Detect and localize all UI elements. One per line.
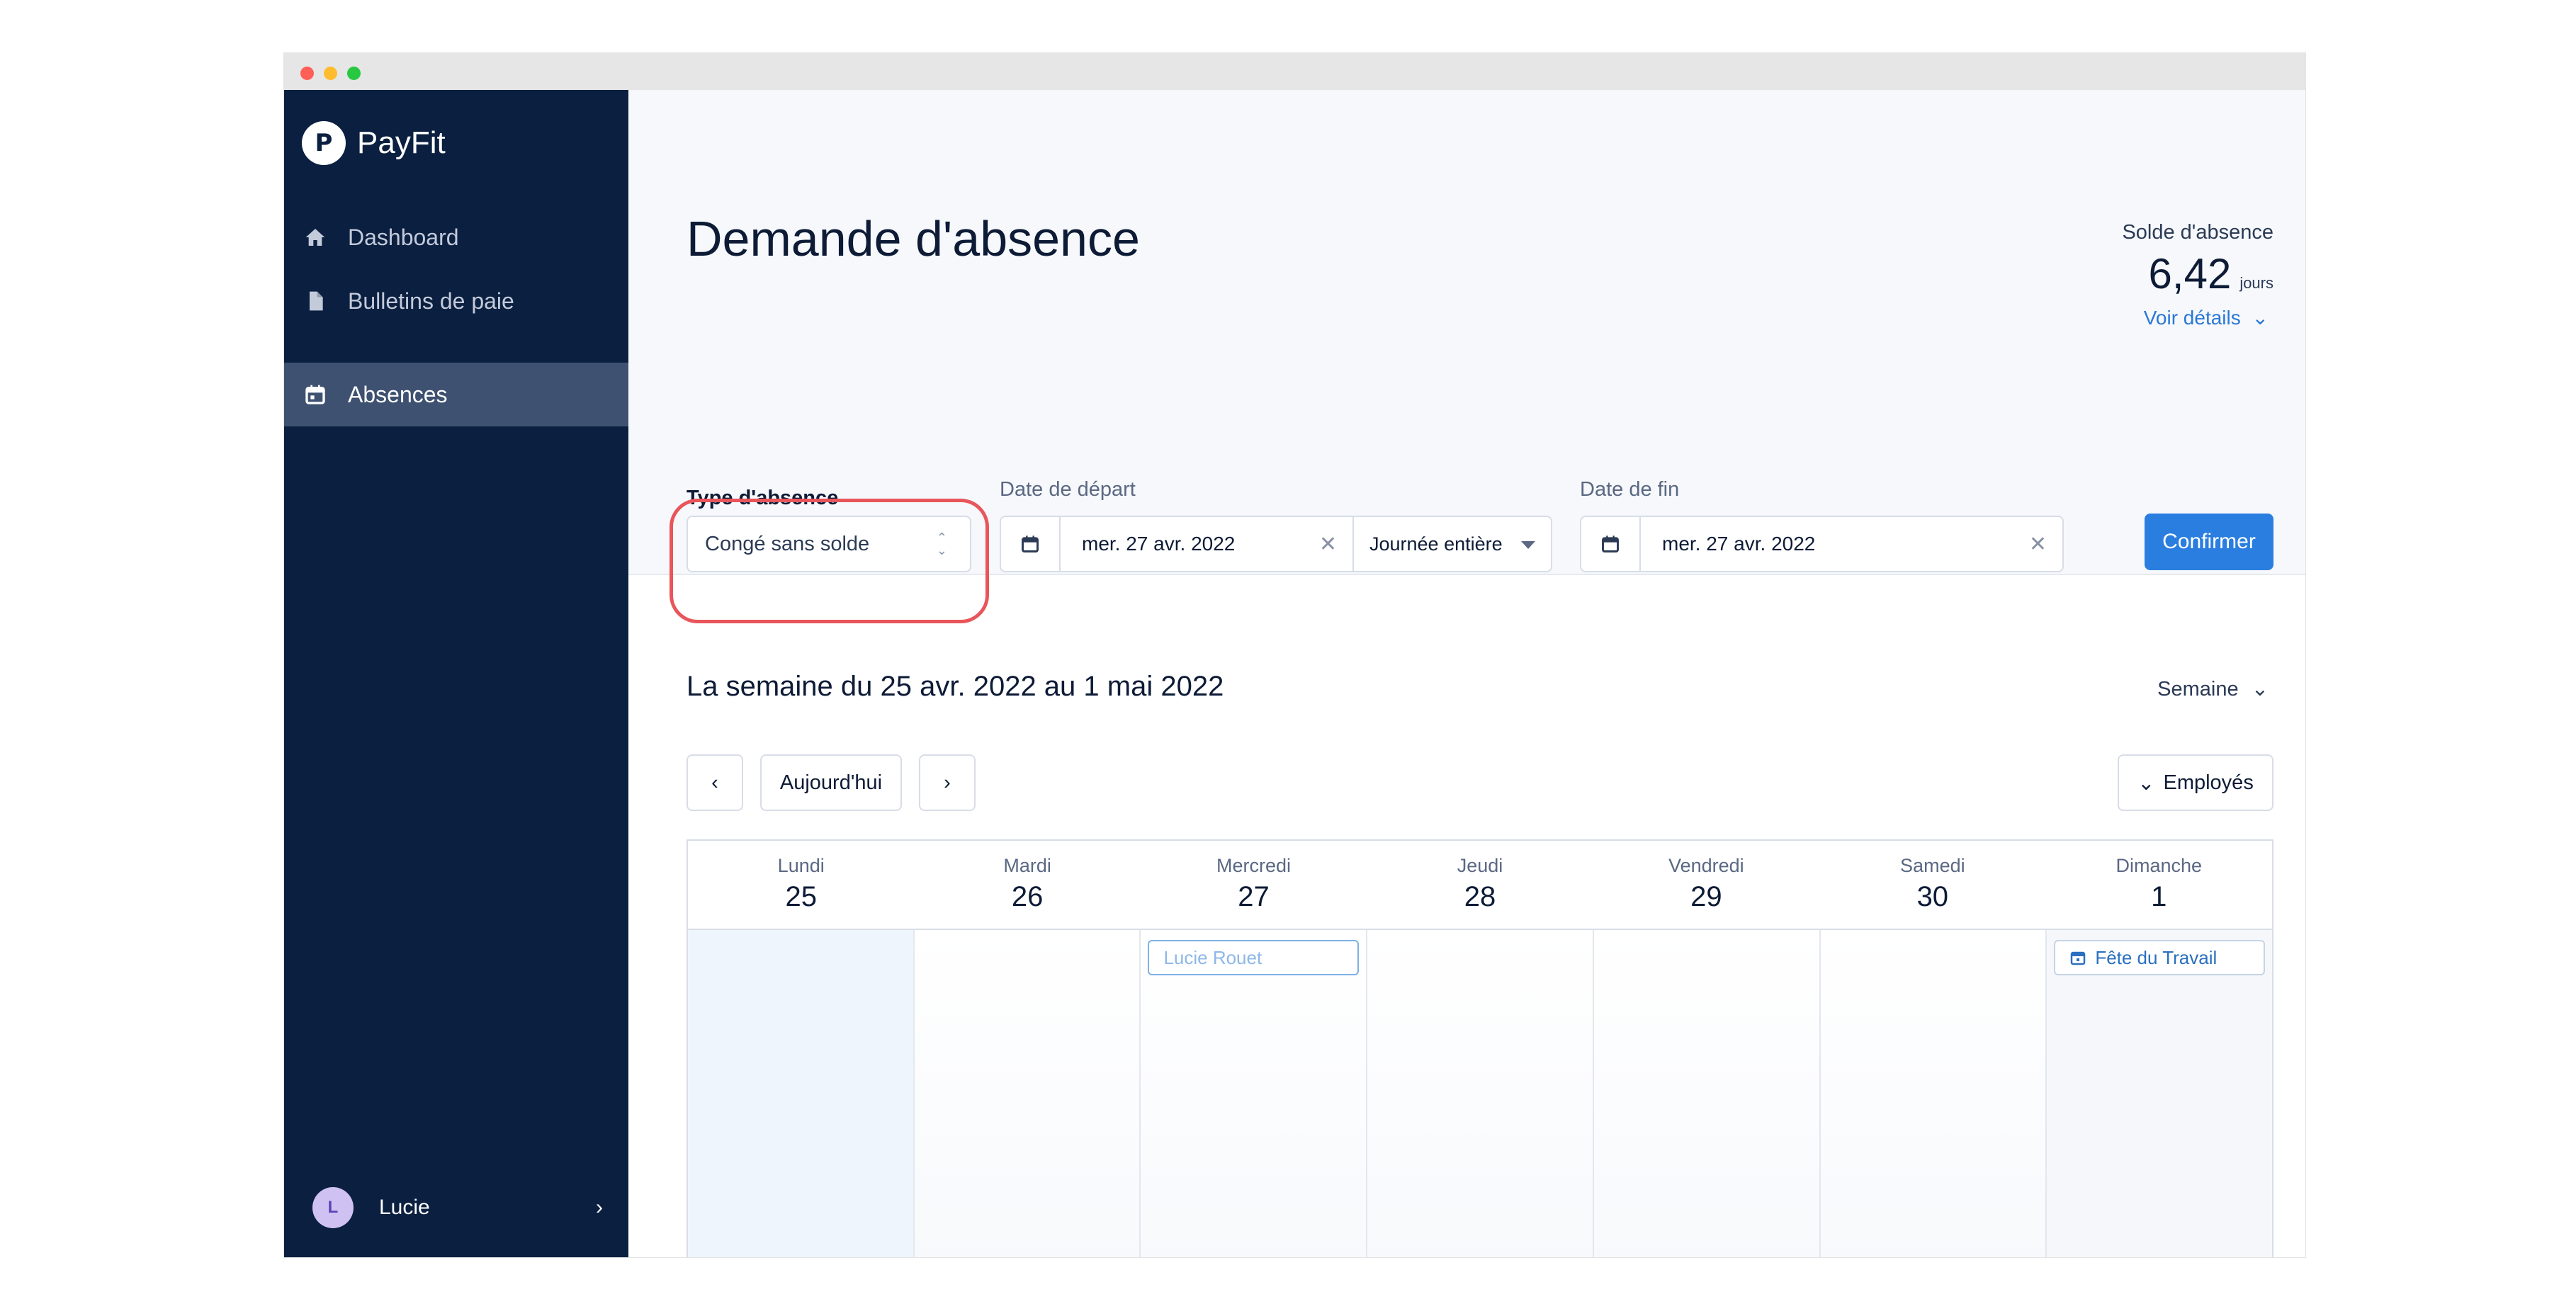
start-calendar-button[interactable] [1001, 517, 1061, 571]
day-column-thursday[interactable] [1367, 930, 1594, 1257]
chevron-right-icon: › [944, 771, 951, 794]
sidebar-item-absences[interactable]: Absences [284, 363, 628, 426]
day-number: 30 [1916, 881, 1949, 912]
dropdown-triangle-icon [1521, 541, 1535, 549]
duration-value: Journée entière [1369, 533, 1503, 555]
app-name: PayFit [357, 125, 446, 160]
sidebar-item-dashboard[interactable]: Dashboard [284, 205, 628, 269]
chevron-down-icon: ⌄ [2252, 307, 2269, 329]
employees-label: Employés [2163, 771, 2254, 794]
home-icon [305, 229, 325, 246]
end-calendar-button[interactable] [1581, 517, 1641, 571]
chevron-down-icon: ⌄ [2137, 771, 2155, 795]
day-name: Lundi [777, 855, 825, 876]
end-date-group: mer. 27 avr. 2022 ✕ [1580, 516, 2064, 572]
day-column-friday[interactable] [1593, 930, 1821, 1257]
day-name: Jeudi [1457, 855, 1503, 876]
end-date-input[interactable]: mer. 27 avr. 2022 [1641, 533, 2029, 555]
day-column-sunday[interactable]: Fête du Travail [2047, 930, 2273, 1257]
close-window-button[interactable] [300, 67, 314, 80]
holiday-event-label: Fête du Travail [2095, 946, 2218, 968]
calendar-body: Lucie Rouet Fête du Travail [688, 930, 2273, 1257]
sidebar-item-payslips[interactable]: Bulletins de paie [284, 269, 628, 333]
balance-value: 6,42 jours [2149, 249, 2273, 298]
clear-start-date-icon[interactable]: ✕ [1319, 532, 1352, 557]
page-title: Demande d'absence [687, 211, 1140, 266]
day-column-tuesday[interactable] [914, 930, 1141, 1257]
calendar-icon [1602, 535, 1619, 552]
user-menu[interactable]: L Lucie › [312, 1186, 603, 1229]
day-number: 25 [785, 881, 817, 912]
start-date-group: mer. 27 avr. 2022 ✕ Journée entière [1000, 516, 1552, 572]
maximize-window-button[interactable] [347, 67, 361, 80]
day-name: Vendredi [1668, 855, 1744, 876]
sidebar-item-label: Bulletins de paie [348, 288, 514, 314]
calendar-header: Lundi 25 Mardi 26 Mercredi 27 Jeudi 28 Vendr… [688, 841, 2272, 930]
day-header-saturday: Samedi 30 [1819, 841, 2045, 929]
day-number: 28 [1464, 881, 1496, 912]
balance-number: 6,42 [2148, 250, 2232, 297]
calendar-icon [2071, 951, 2086, 965]
day-header-wednesday: Mercredi 27 [1141, 841, 1367, 929]
avatar: L [312, 1187, 354, 1228]
start-date-input[interactable]: mer. 27 avr. 2022 [1061, 533, 1319, 555]
view-select-label: Semaine [2157, 678, 2239, 701]
confirm-button[interactable]: Confirmer [2145, 514, 2273, 570]
chevron-left-icon: ‹ [711, 771, 718, 794]
sidebar-item-label: Absences [348, 381, 448, 407]
payfit-logo-icon: P [302, 121, 346, 165]
day-number: 1 [2151, 881, 2167, 912]
day-column-wednesday[interactable]: Lucie Rouet [1141, 930, 1368, 1257]
day-column-saturday[interactable] [1820, 930, 2047, 1257]
day-number: 26 [1011, 881, 1044, 912]
calendar-icon [1022, 535, 1039, 552]
day-name: Mercredi [1216, 855, 1292, 876]
view-select[interactable]: Semaine ⌄ [2157, 676, 2269, 701]
highlight-outline [670, 499, 989, 623]
day-header-monday: Lundi 25 [688, 841, 914, 929]
absence-event-preview[interactable]: Lucie Rouet [1148, 940, 1360, 975]
browser-window: P PayFit Dashboard Bulletins de paie Abs… [284, 53, 2305, 1257]
main-content: Demande d'absence Solde d'absence 6,42 j… [628, 90, 2305, 1257]
sidebar: P PayFit Dashboard Bulletins de paie Abs… [284, 90, 628, 1257]
holiday-event[interactable]: Fête du Travail [2054, 940, 2266, 975]
view-details-label: Voir détails [2143, 307, 2241, 329]
day-name: Mardi [1003, 855, 1051, 876]
user-name: Lucie [379, 1196, 430, 1219]
day-name: Samedi [1900, 855, 1965, 876]
day-header-friday: Vendredi 29 [1593, 841, 1819, 929]
title-bar [284, 53, 2305, 90]
week-title: La semaine du 25 avr. 2022 au 1 mai 2022 [687, 671, 1224, 702]
clear-end-date-icon[interactable]: ✕ [2029, 532, 2062, 557]
end-date-label: Date de fin [1580, 478, 1680, 501]
today-button[interactable]: Aujourd'hui [760, 754, 902, 811]
day-number: 29 [1690, 881, 1722, 912]
employees-filter-button[interactable]: ⌄ Employés [2118, 754, 2273, 811]
request-header: Demande d'absence Solde d'absence 6,42 j… [628, 90, 2305, 623]
chevron-down-icon: ⌄ [2251, 678, 2269, 701]
calendar-icon [305, 385, 325, 404]
balance-unit: jours [2239, 274, 2273, 292]
week-calendar: Lundi 25 Mardi 26 Mercredi 27 Jeudi 28 Vendr… [687, 839, 2273, 1257]
day-header-tuesday: Mardi 26 [914, 841, 1140, 929]
view-details-link[interactable]: Voir détails ⌄ [2144, 306, 2269, 329]
balance-label: Solde d'absence [2122, 221, 2273, 244]
day-number: 27 [1238, 881, 1270, 912]
day-name: Dimanche [2115, 855, 2203, 876]
sidebar-item-label: Dashboard [348, 224, 459, 250]
start-date-label: Date de départ [1000, 478, 1136, 501]
day-header-thursday: Jeudi 28 [1367, 841, 1593, 929]
app-logo[interactable]: P PayFit [302, 121, 446, 165]
day-header-sunday: Dimanche 1 [2046, 841, 2272, 929]
chevron-right-icon: › [596, 1196, 603, 1219]
duration-select[interactable]: Journée entière [1352, 517, 1551, 571]
minimize-window-button[interactable] [324, 67, 337, 80]
day-column-monday[interactable] [688, 930, 915, 1257]
next-week-button[interactable]: › [919, 754, 976, 811]
document-icon [310, 291, 323, 311]
previous-week-button[interactable]: ‹ [687, 754, 743, 811]
